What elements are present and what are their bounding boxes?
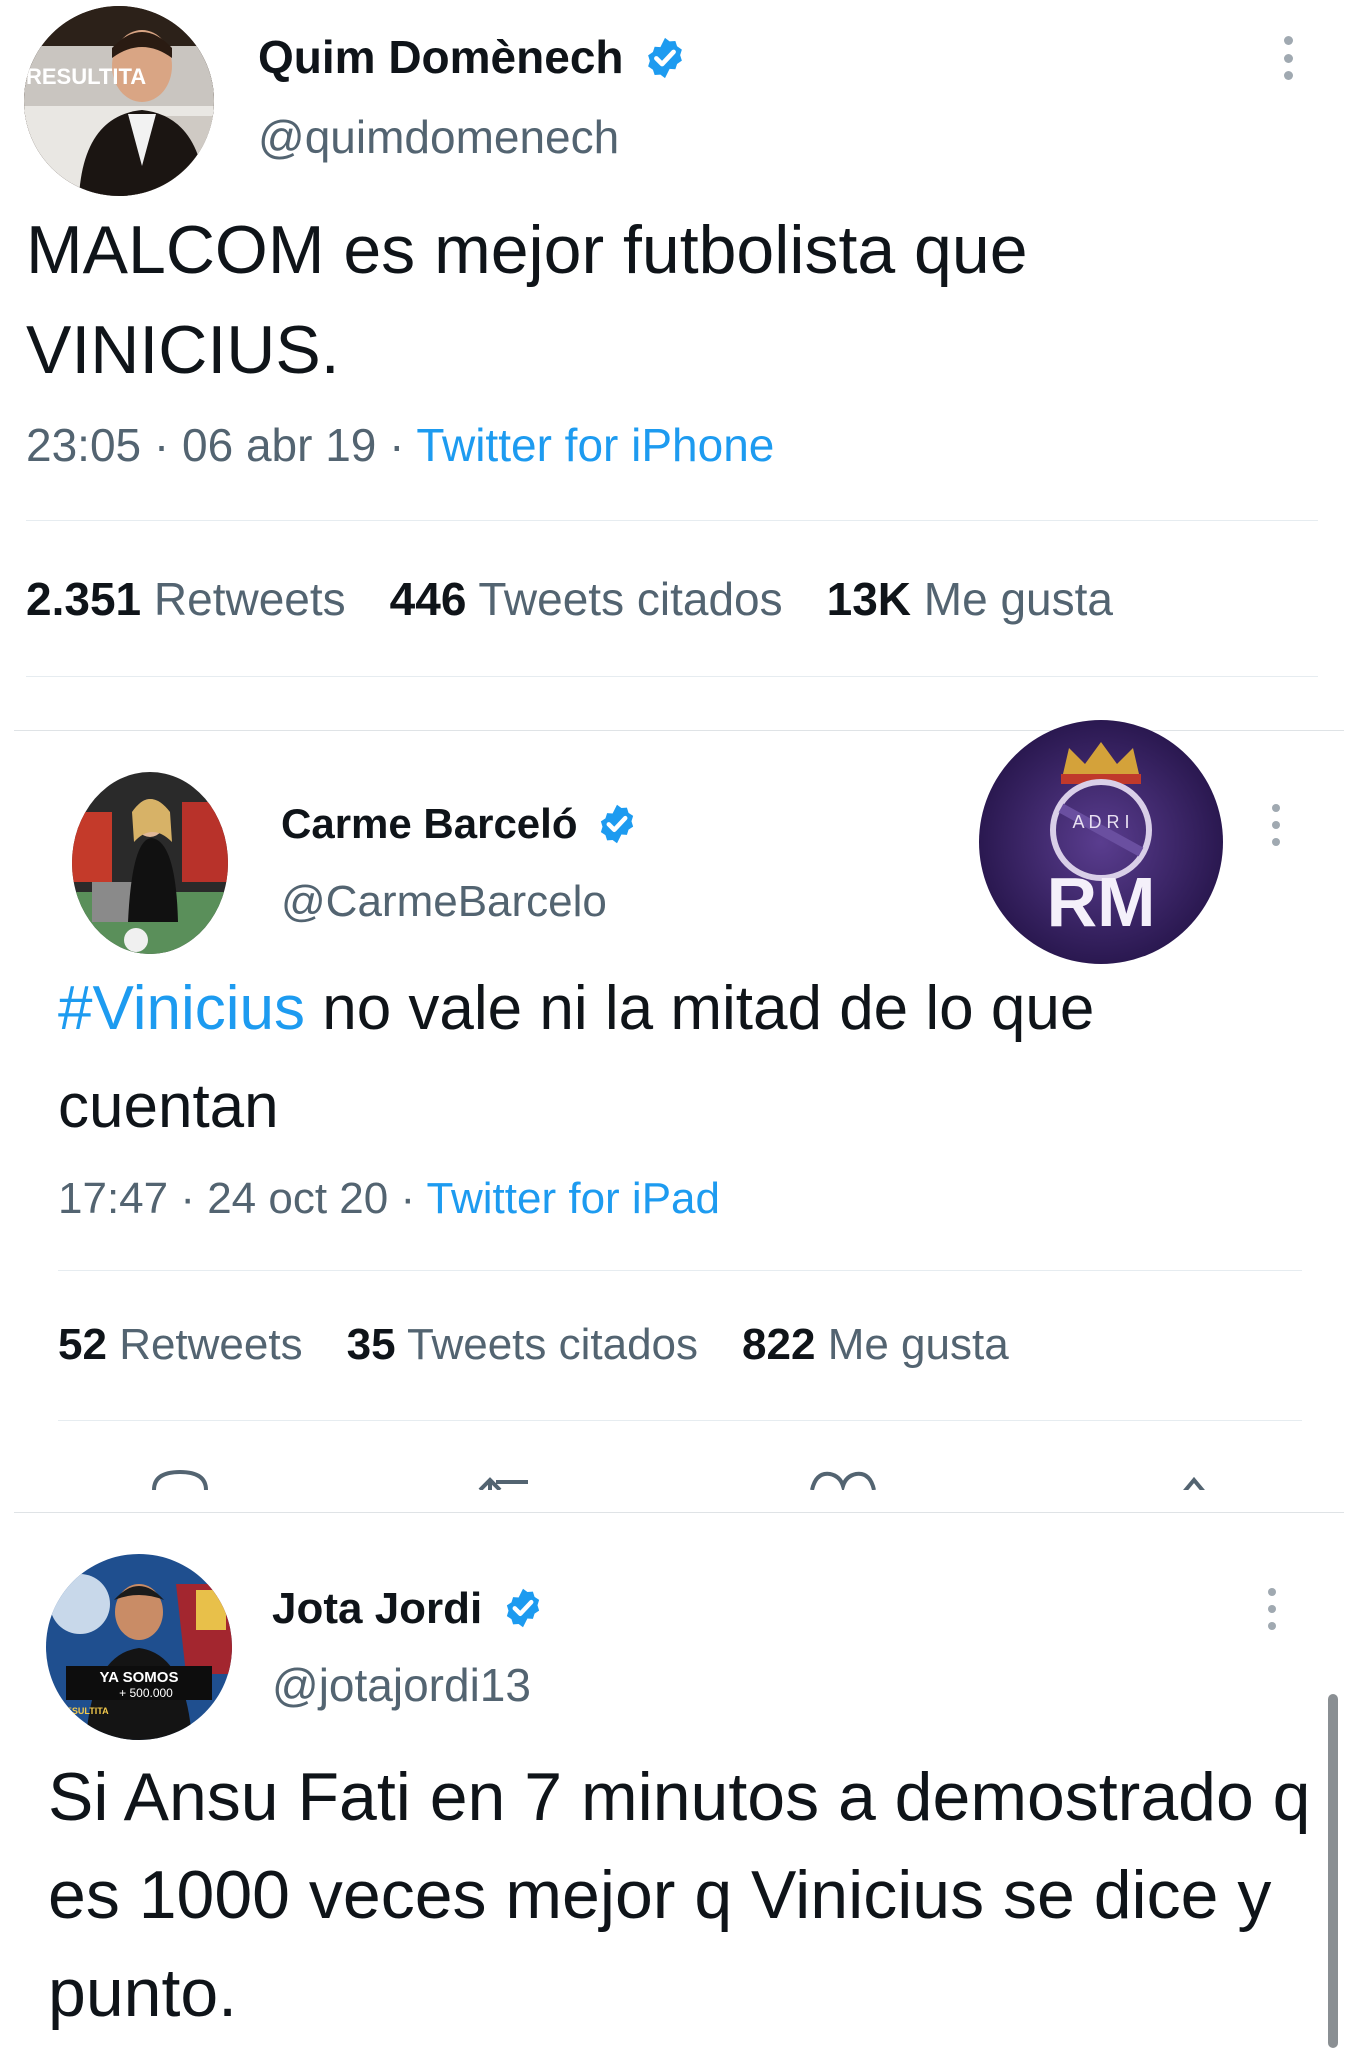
avatar-banner-text-1: YA SOMOS — [100, 1669, 179, 1686]
more-options-icon[interactable] — [1282, 36, 1294, 80]
quotes-label: Tweets citados — [478, 573, 783, 625]
retweets-label: Retweets — [153, 573, 346, 625]
author-handle[interactable]: @quimdomenech — [258, 110, 619, 164]
verified-badge-icon — [601, 804, 634, 844]
author-handle[interactable]: @jotajordi13 — [272, 1658, 531, 1712]
likes-label: Me gusta — [923, 573, 1114, 625]
author-handle[interactable]: @CarmeBarcelo — [281, 877, 607, 927]
tweet-text: #Vinicius no vale ni la mitad de lo que … — [58, 960, 1318, 1156]
tweet-text: MALCOM es mejor futbolista que VINICIUS. — [26, 212, 1028, 388]
quotes-label: Tweets citados — [407, 1320, 699, 1369]
tweet-stats: 2.351 Retweets 446 Tweets citados 13K Me g… — [26, 572, 1113, 626]
avatar-logo-text: RESULTITA — [26, 64, 146, 89]
reply-icon[interactable] — [150, 1466, 210, 1490]
quotes-stat[interactable]: 446 Tweets citados — [390, 573, 783, 625]
tweet-source-link[interactable]: Twitter for iPad — [427, 1174, 720, 1223]
watermark-logo: A D R I RM — [977, 718, 1225, 966]
verified-badge-icon — [506, 1589, 539, 1628]
retweets-count: 2.351 — [26, 573, 142, 625]
likes-stat[interactable]: 822 Me gusta — [742, 1320, 1009, 1369]
avatar-banner-text-3: RESULTITA — [59, 1706, 109, 1716]
more-options-icon[interactable] — [1266, 1588, 1278, 1630]
scrollbar[interactable] — [1328, 1694, 1338, 2048]
verified-badge-icon — [648, 37, 683, 78]
watermark-main-text: RM — [1047, 863, 1156, 941]
author-name-text: Quim Domènech — [258, 31, 624, 83]
tweet-timestamp[interactable]: 23:05 · 06 abr 19 · — [26, 419, 416, 471]
likes-count: 822 — [742, 1320, 816, 1369]
more-options-icon[interactable] — [1270, 804, 1282, 846]
tweet-text: Si Ansu Fati en 7 minutos a demostrado q… — [48, 1759, 1311, 2031]
tweet-meta: 17:47 · 24 oct 20 · Twitter for iPad — [58, 1174, 720, 1224]
author-name[interactable]: Carme Barceló — [281, 800, 639, 848]
retweet-icon[interactable] — [474, 1472, 538, 1490]
avatar-banner-text-2: + 500.000 — [119, 1686, 173, 1700]
tweet-meta: 23:05 · 06 abr 19 · Twitter for iPhone — [26, 418, 774, 472]
retweets-stat[interactable]: 2.351 Retweets — [26, 573, 346, 625]
retweets-label: Retweets — [119, 1320, 303, 1369]
hashtag-link[interactable]: #Vinicius — [58, 974, 305, 1043]
tweet-timestamp[interactable]: 17:47 · 24 oct 20 · — [58, 1174, 427, 1223]
share-icon[interactable] — [1174, 1470, 1214, 1490]
retweets-stat[interactable]: 52 Retweets — [58, 1320, 303, 1369]
author-name-text: Jota Jordi — [272, 1584, 483, 1633]
quotes-count: 446 — [389, 573, 467, 625]
quotes-stat[interactable]: 35 Tweets citados — [347, 1320, 698, 1369]
retweets-count: 52 — [58, 1320, 107, 1369]
tweet-actions — [140, 1466, 1240, 1490]
likes-count: 13K — [826, 573, 912, 625]
author-name-text: Carme Barceló — [281, 800, 578, 847]
divider — [58, 1420, 1302, 1421]
watermark-top-text: A D R I — [1072, 812, 1129, 832]
screenshot-separator — [14, 1512, 1344, 1513]
author-name[interactable]: Quim Domènech — [258, 30, 688, 84]
divider — [58, 1270, 1302, 1271]
avatar-carme[interactable] — [72, 772, 228, 954]
author-name[interactable]: Jota Jordi — [272, 1584, 545, 1634]
avatar-jota[interactable]: YA SOMOS + 500.000 RESULTITA — [46, 1554, 232, 1740]
likes-stat[interactable]: 13K Me gusta — [827, 573, 1113, 625]
likes-label: Me gusta — [827, 1320, 1009, 1369]
quotes-count: 35 — [346, 1320, 396, 1369]
avatar-quim[interactable]: RESULTITA — [24, 6, 214, 196]
divider — [26, 676, 1318, 677]
tweet-stats: 52 Retweets 35 Tweets citados 822 Me gusta — [58, 1320, 1009, 1370]
like-icon[interactable] — [808, 1468, 878, 1490]
tweet-source-link[interactable]: Twitter for iPhone — [416, 419, 774, 471]
divider — [26, 520, 1318, 521]
